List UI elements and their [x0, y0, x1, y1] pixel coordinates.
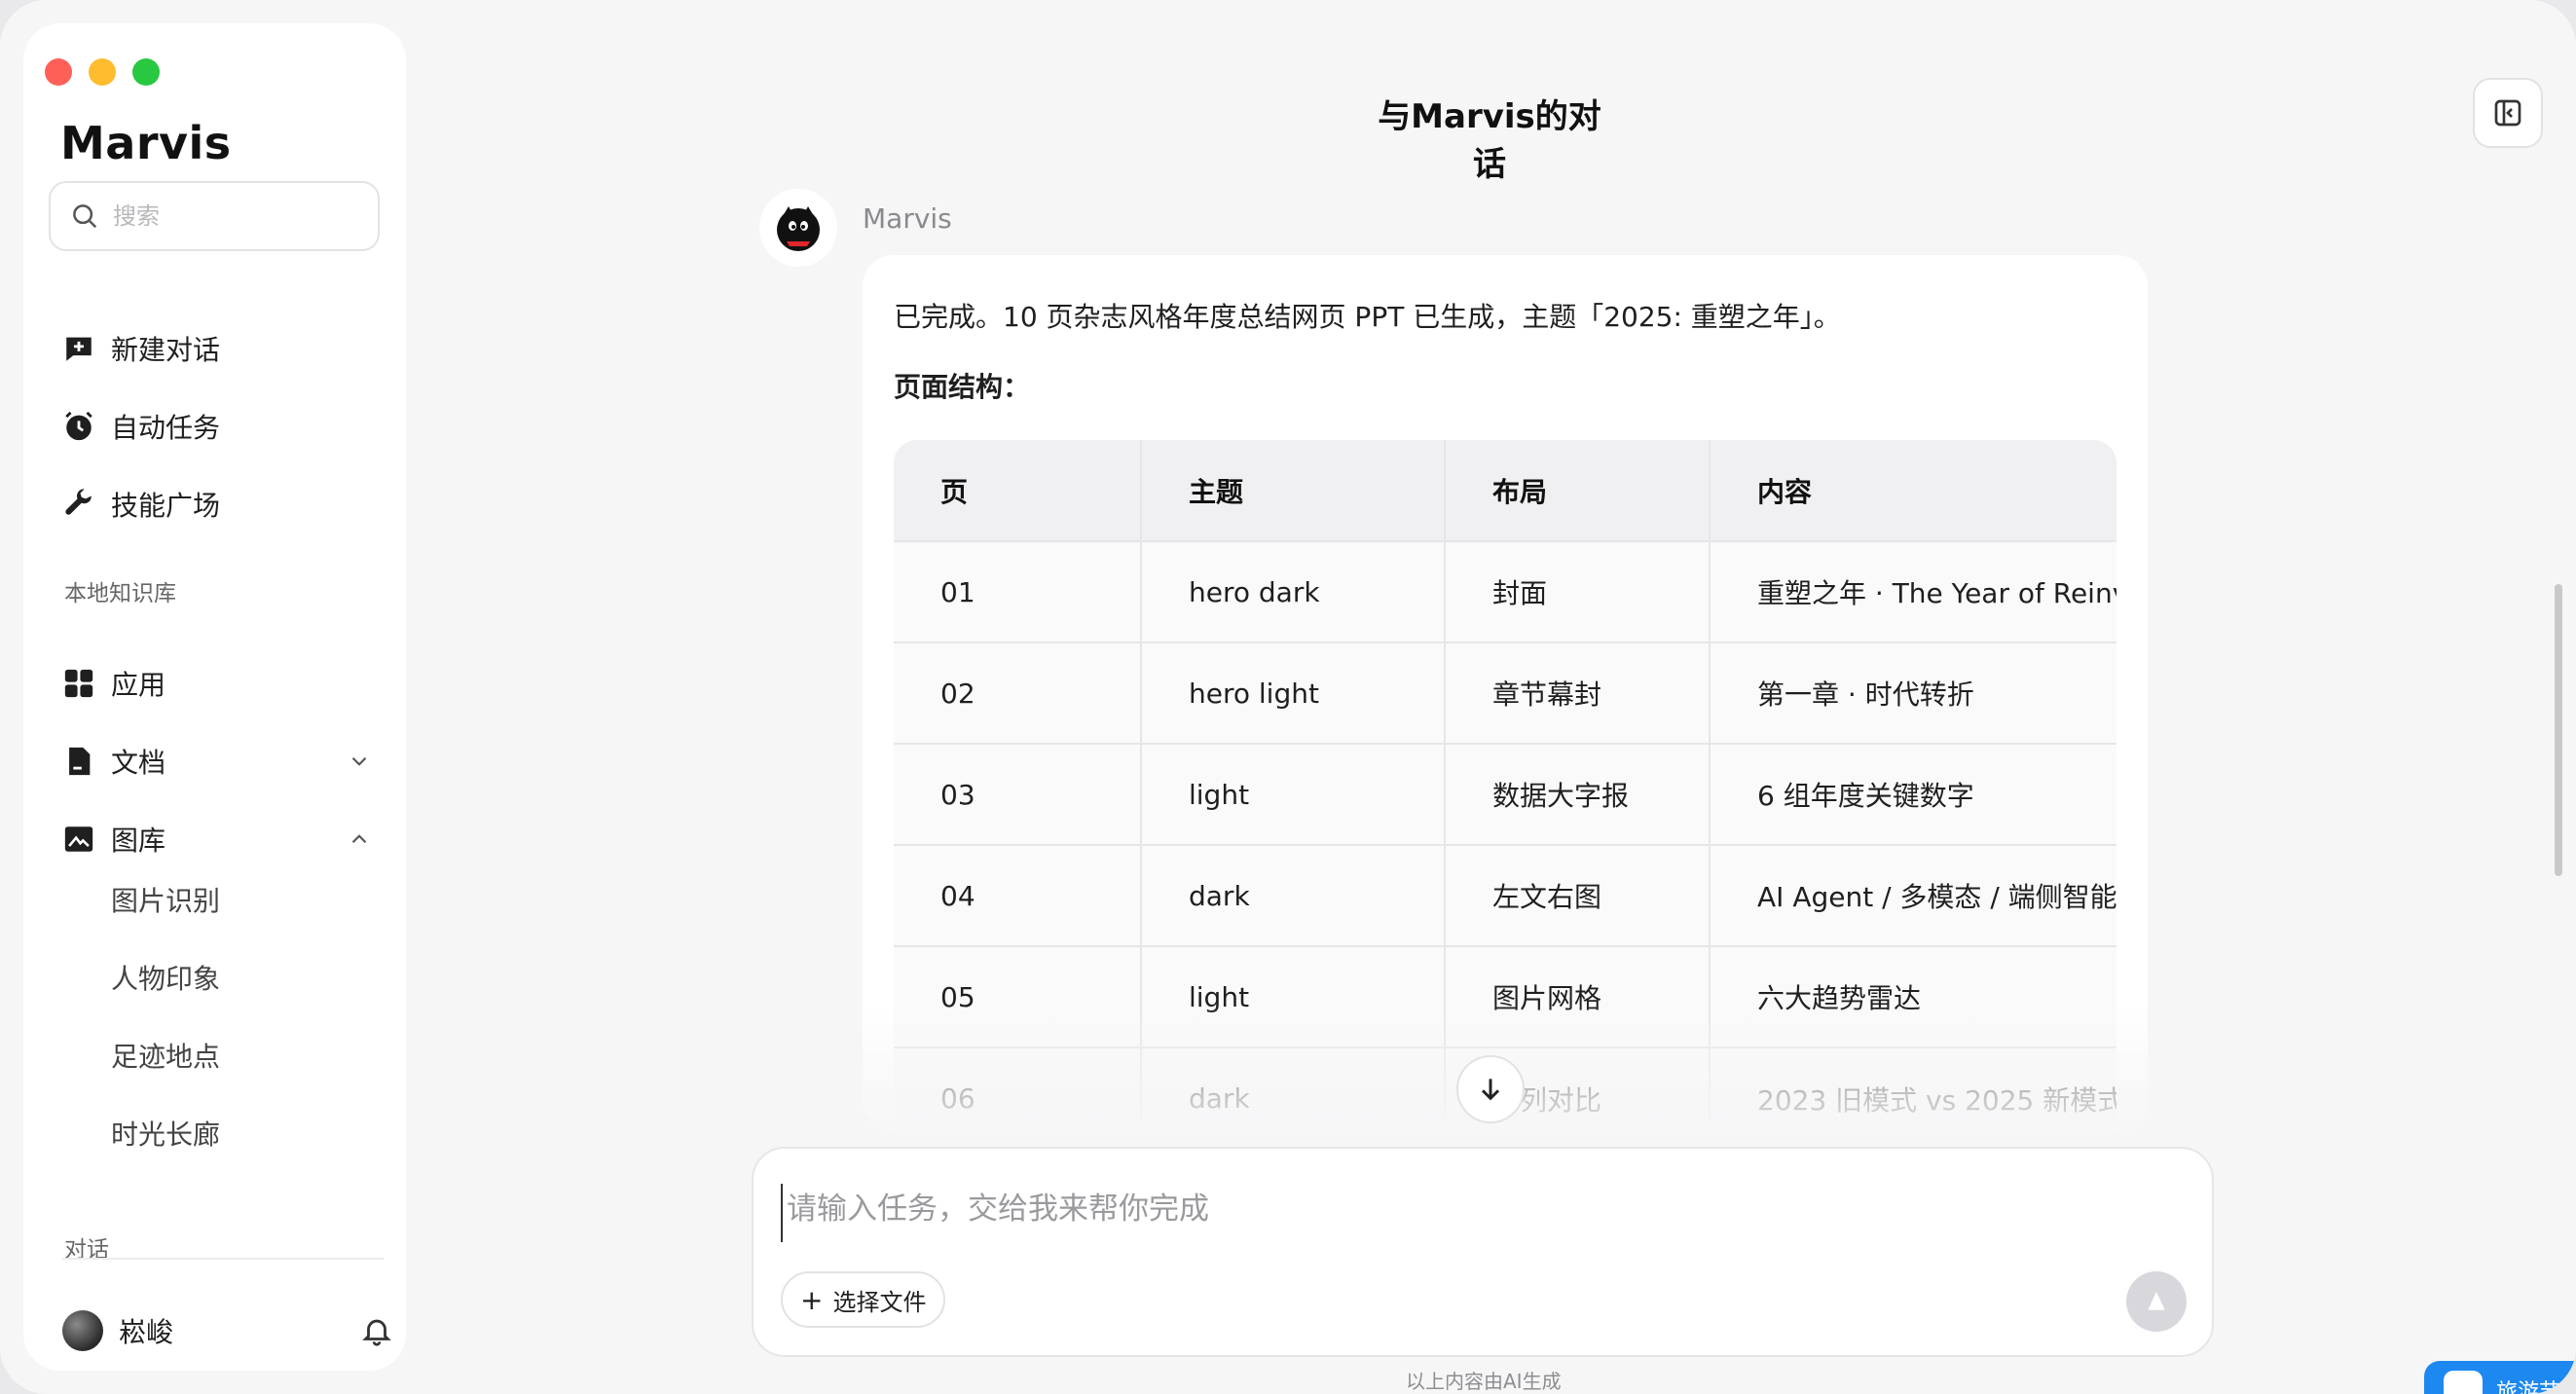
table-cell: 04	[894, 844, 1142, 946]
clock-icon	[62, 410, 95, 443]
kb-item-apps[interactable]: 应用	[62, 656, 384, 711]
window-controls	[45, 58, 160, 86]
table-cell: 六大趋势雷达	[1710, 945, 2116, 1047]
table-row: 05 light 图片网格 六大趋势雷达	[894, 945, 2116, 1047]
chevron-up-icon[interactable]	[347, 826, 372, 852]
table-row: 01 hero dark 封面 重塑之年 · The Year of Reinv…	[894, 540, 2116, 642]
user-name: 崧峻	[119, 1316, 174, 1348]
nav-skills-plaza-label: 技能广场	[111, 490, 221, 522]
wrench-icon	[62, 488, 95, 521]
column-header: 主题	[1141, 440, 1446, 541]
table-cell: 02	[894, 642, 1142, 744]
column-header: 页	[894, 440, 1142, 541]
arrow-down-icon	[1481, 1079, 1500, 1101]
gallery-sub-timeline[interactable]: 时光长廊	[111, 1114, 220, 1153]
new-chat-icon	[62, 332, 95, 365]
table-header-row: 页 主题 布局 内容	[894, 440, 2116, 541]
sidebar-divider	[62, 1258, 384, 1260]
table-cell: 第一章 · 时代转折	[1710, 642, 2116, 744]
table-cell: 左文右图	[1445, 844, 1711, 946]
structure-heading: 页面结构：	[894, 371, 1031, 403]
corner-promo-button[interactable]: 旅游节	[2424, 1361, 2576, 1394]
table-cell: 01	[894, 540, 1142, 642]
app-brand: Marvis	[60, 117, 232, 169]
corner-promo-label: 旅游节	[2496, 1380, 2561, 1394]
table-cell: 2023 旧模式 vs 2025 新模式	[1710, 1046, 2116, 1121]
gallery-sub-places[interactable]: 足迹地点	[111, 1036, 220, 1075]
task-input[interactable]	[781, 1184, 2144, 1242]
table-cell: hero dark	[1141, 540, 1446, 642]
kb-section-label: 本地知识库	[64, 581, 176, 606]
table-cell: 6 组年度关键数字	[1710, 743, 2116, 845]
scroll-to-bottom-button[interactable]	[1456, 1055, 1525, 1123]
kb-item-docs[interactable]: 文档	[62, 734, 384, 789]
kb-item-gallery-label: 图库	[111, 825, 166, 857]
message-composer: + 选择文件	[752, 1147, 2214, 1357]
nav-new-chat-label: 新建对话	[111, 334, 221, 366]
search-box[interactable]	[49, 181, 380, 251]
table-row: 03 light 数据大字报 6 组年度关键数字	[894, 743, 2116, 845]
table-cell: 数据大字报	[1445, 743, 1711, 845]
bell-icon[interactable]	[360, 1314, 393, 1347]
kb-item-gallery[interactable]: 图库	[62, 812, 384, 866]
page-title: 与Marvis的对话	[1378, 97, 1601, 184]
table-cell: light	[1141, 743, 1446, 845]
nav-auto-tasks[interactable]: 自动任务	[62, 399, 384, 454]
send-arrow-icon	[2148, 1292, 2165, 1310]
structure-table-container[interactable]: 页 主题 布局 内容 01 hero dark 封面 重塑之年 · The Ye…	[894, 440, 2116, 1121]
marvis-mascot-icon	[777, 206, 820, 251]
user-profile[interactable]: 崧峻	[62, 1310, 393, 1351]
sidebar: Marvis 新建对话 自动任务 技能广场 本地知识库	[23, 23, 406, 1371]
kb-item-docs-label: 文档	[111, 747, 166, 779]
kb-item-apps-label: 应用	[111, 669, 166, 701]
structure-table: 页 主题 布局 内容 01 hero dark 封面 重塑之年 · The Ye…	[894, 440, 2116, 1121]
column-header: 布局	[1445, 440, 1711, 541]
bot-message-bubble: 已完成。10 页杂志风格年度总结网页 PPT 已生成，主题「2025: 重塑之年…	[863, 255, 2148, 1131]
table-cell: 重塑之年 · The Year of Reinvention	[1710, 540, 2116, 642]
table-cell: dark	[1141, 1046, 1446, 1121]
table-cell: 图片网格	[1445, 945, 1711, 1047]
avatar[interactable]	[62, 1310, 103, 1351]
zoom-window-button[interactable]	[132, 58, 160, 86]
table-cell: 03	[894, 743, 1142, 845]
nav-auto-tasks-label: 自动任务	[111, 412, 221, 444]
ai-generated-note: 以上内容由AI生成	[1406, 1370, 1562, 1393]
table-cell: 06	[894, 1046, 1142, 1121]
minimize-window-button[interactable]	[89, 58, 116, 86]
nav-new-chat[interactable]: 新建对话	[62, 321, 384, 376]
app-window: Marvis 新建对话 自动任务 技能广场 本地知识库	[0, 0, 2576, 1394]
table-cell: light	[1141, 945, 1446, 1047]
plus-icon: +	[800, 1283, 824, 1316]
message-text: 已完成。10 页杂志风格年度总结网页 PPT 已生成，主题「2025: 重塑之年…	[894, 301, 1841, 333]
scrollbar[interactable]	[2555, 584, 2562, 876]
close-window-button[interactable]	[45, 58, 72, 86]
chevron-down-icon[interactable]	[347, 749, 372, 774]
gallery-sub-image-recognition[interactable]: 图片识别	[111, 880, 220, 919]
table-cell: dark	[1141, 844, 1446, 946]
table-row: 04 dark 左文右图 AI Agent / 多模态 / 端侧智能	[894, 844, 2116, 946]
select-file-label: 选择文件	[832, 1288, 927, 1316]
table-cell: 封面	[1445, 540, 1711, 642]
apps-grid-icon	[62, 667, 95, 700]
promo-icon	[2444, 1371, 2483, 1394]
table-cell: 05	[894, 945, 1142, 1047]
gallery-sub-people[interactable]: 人物印象	[111, 958, 220, 997]
search-icon	[73, 204, 97, 229]
document-icon	[62, 745, 95, 778]
table-cell: AI Agent / 多模态 / 端侧智能	[1710, 844, 2116, 946]
gallery-icon	[62, 823, 95, 856]
table-cell: hero light	[1141, 642, 1446, 744]
send-button[interactable]	[2126, 1271, 2187, 1332]
bot-name: Marvis	[863, 202, 952, 235]
search-input[interactable]	[113, 202, 366, 230]
sidebar-toggle-icon	[2494, 99, 2521, 127]
bot-avatar	[759, 189, 837, 267]
column-header: 内容	[1710, 440, 2116, 541]
table-cell: 章节幕封	[1445, 642, 1711, 744]
toggle-panel-button[interactable]	[2473, 78, 2543, 148]
select-file-button[interactable]: + 选择文件	[781, 1271, 946, 1328]
table-row: 02 hero light 章节幕封 第一章 · 时代转折	[894, 642, 2116, 744]
nav-skills-plaza[interactable]: 技能广场	[62, 477, 384, 532]
